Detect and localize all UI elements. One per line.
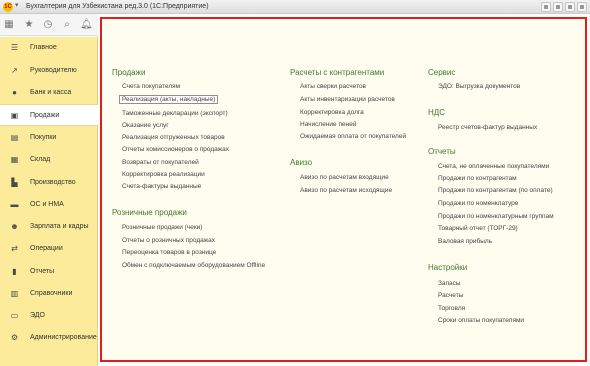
sidebar-item-assets[interactable]: ▬ ОС и НМА — [0, 194, 98, 216]
window-titlebar: 1С ▾ Бухгалтерия для Узбекистана ред.3.0… — [0, 0, 590, 14]
sidebar-item-edo[interactable]: ▭ ЭДО — [0, 305, 98, 327]
history-icon[interactable]: ◷ — [42, 19, 54, 31]
link-edo-export[interactable]: ЭДО: Выгрузка документов — [438, 83, 520, 90]
link-settings-stock[interactable]: Запасы — [438, 280, 461, 287]
sidebar-item-bank[interactable]: ● Банк и касса — [0, 82, 98, 104]
factory-icon: ▙ — [11, 178, 18, 187]
link-retail-receipts[interactable]: Розничные продажи (чеки) — [122, 224, 202, 231]
section-title-settings: Настройки — [428, 263, 468, 272]
link-sales-adjustment[interactable]: Корректировка реализации — [122, 171, 205, 178]
link-report-sales-by-counterparty[interactable]: Продажи по контрагентам — [438, 175, 517, 182]
window-close-button[interactable] — [577, 2, 587, 12]
edo-icon: ▭ — [10, 311, 19, 320]
link-report-gross-profit[interactable]: Валовая прибыль — [438, 238, 492, 245]
sidebar-item-label: ОС и НМА — [30, 201, 64, 208]
link-settings-settlements[interactable]: Расчеты — [438, 292, 463, 299]
section-title-aviso: Авизо — [290, 158, 313, 167]
truck-icon: ▬ — [10, 200, 19, 209]
sidebar-item-warehouse[interactable]: ▦ Склад — [0, 149, 98, 171]
sidebar-item-purchases[interactable]: ▤ Покупки — [0, 127, 98, 149]
link-inventory-acts[interactable]: Акты инвентаризации расчетов — [300, 96, 395, 103]
bar-chart-icon: ▮ — [12, 267, 17, 276]
sidebar-item-directories[interactable]: ▥ Справочники — [0, 283, 98, 305]
sidebar-item-main[interactable]: ☰ Главное — [0, 37, 98, 59]
bell-icon[interactable]: 🔔︎ — [80, 19, 93, 31]
1c-logo-icon[interactable]: 1С — [3, 2, 13, 12]
link-report-sales-by-item-group[interactable]: Продажи по номенклатурным группам — [438, 213, 554, 220]
chevron-down-icon[interactable]: ▾ — [15, 1, 19, 9]
sidebar-item-label: Банк и касса — [30, 89, 72, 96]
window-title: Бухгалтерия для Узбекистана ред.3.0 (1С:… — [26, 3, 209, 10]
sidebar-item-label: Операции — [30, 245, 63, 252]
sidebar-item-sales[interactable]: ▣ Продажи — [0, 104, 98, 126]
link-report-unpaid-invoices[interactable]: Счета, не оплаченные покупателями — [438, 163, 549, 170]
link-sales-acts-waybills[interactable]: Реализация (акты, накладные) — [119, 95, 219, 104]
section-title-reports: Отчеты — [428, 147, 456, 156]
sidebar-item-manager[interactable]: ↗ Руководителю — [0, 60, 98, 82]
star-icon[interactable]: ★ — [23, 19, 35, 31]
sales-section-panel: Продажи Счета покупателям Реализация (ак… — [100, 17, 587, 362]
section-title-retail: Розничные продажи — [112, 208, 187, 217]
section-title-sales: Продажи — [112, 68, 146, 77]
menu-lines-icon: ☰ — [10, 43, 19, 52]
link-offline-equipment[interactable]: Обмен с подключаемым оборудованием Offli… — [122, 262, 265, 269]
sidebar-item-reports[interactable]: ▮ Отчеты — [0, 261, 98, 283]
sidebar-item-label: Зарплата и кадры — [30, 223, 89, 230]
sidebar-item-label: Справочники — [30, 290, 73, 297]
coins-icon: ● — [12, 88, 17, 97]
link-settings-trade[interactable]: Торговля — [438, 305, 465, 312]
link-customer-invoices[interactable]: Счета покупателям — [122, 83, 180, 90]
shopping-bag-icon: ▣ — [10, 111, 19, 120]
sidebar-item-production[interactable]: ▙ Производство — [0, 172, 98, 194]
window-restore-button[interactable] — [553, 2, 563, 12]
link-retail-reports[interactable]: Отчеты о розничных продажах — [122, 237, 215, 244]
link-aviso-incoming[interactable]: Авизо по расчетам входящие — [300, 174, 389, 181]
cart-icon: ▤ — [10, 133, 19, 142]
link-settings-payment-terms[interactable]: Сроки оплаты покупателями — [438, 317, 524, 324]
link-penalties[interactable]: Начисление пеней — [300, 121, 356, 128]
link-expected-payments[interactable]: Ожидаемая оплата от покупателей — [300, 133, 406, 140]
sidebar-item-admin[interactable]: ⚙ Администрирование — [0, 327, 98, 349]
link-report-torg-29[interactable]: Товарный отчет (ТОРГ-29) — [438, 225, 518, 232]
link-services[interactable]: Оказание услуг — [122, 122, 169, 129]
sidebar-item-label: Отчеты — [30, 268, 55, 275]
window-print-button[interactable] — [565, 2, 575, 12]
warehouse-icon: ▦ — [10, 155, 19, 164]
sidebar-item-label: ЭДО — [30, 312, 45, 319]
sidebar-item-salary[interactable]: ☻ Зарплата и кадры — [0, 216, 98, 238]
link-commission-reports[interactable]: Отчеты комиссионеров о продажах — [122, 146, 229, 153]
link-retail-repricing[interactable]: Переоценка товаров в рознице — [122, 249, 216, 256]
top-toolbar: ▦ ★ ◷ ⌕ 🔔︎ — [0, 14, 98, 36]
link-customs-declarations[interactable]: Таможенные декларации (экспорт) — [122, 110, 228, 117]
people-icon: ☻ — [10, 222, 19, 231]
section-title-service: Сервис — [428, 68, 456, 77]
link-invoice-register[interactable]: Реестр счетов-фактур выданных — [438, 124, 537, 131]
sidebar-item-label: Продажи — [30, 112, 60, 119]
link-issued-invoices[interactable]: Счета-фактуры выданные — [122, 183, 201, 190]
search-icon[interactable]: ⌕ — [61, 19, 73, 31]
link-aviso-outgoing[interactable]: Авизо по расчетам исходящие — [300, 187, 392, 194]
window-menu-button[interactable] — [541, 2, 551, 12]
sidebar-item-label: Склад — [30, 156, 51, 163]
sidebar: ☰ Главное ↗ Руководителю ● Банк и касса … — [0, 37, 98, 366]
book-icon: ▥ — [10, 289, 19, 298]
link-report-sales-by-counterparty-payment[interactable]: Продажи по контрагентам (по оплате) — [438, 187, 553, 194]
sidebar-item-label: Производство — [30, 179, 76, 186]
operations-icon: ⇄ — [11, 244, 18, 253]
trend-chart-icon: ↗ — [11, 66, 18, 75]
sidebar-item-label: Главное — [30, 44, 57, 51]
section-title-settlements: Расчеты с контрагентами — [290, 68, 385, 77]
gear-icon: ⚙ — [10, 333, 19, 342]
link-shipped-goods-sales[interactable]: Реализация отгруженных товаров — [122, 134, 225, 141]
sidebar-item-label: Руководителю — [30, 67, 77, 74]
sidebar-item-operations[interactable]: ⇄ Операции — [0, 238, 98, 260]
sidebar-item-label: Администрирование — [30, 334, 97, 341]
section-title-vat: НДС — [428, 108, 445, 117]
sidebar-item-label: Покупки — [30, 134, 57, 141]
apps-icon[interactable]: ▦ — [3, 19, 15, 31]
link-debt-adjustment[interactable]: Корректировка долга — [300, 109, 364, 116]
link-reconciliation-acts[interactable]: Акты сверки расчетов — [300, 83, 366, 90]
link-report-sales-by-item[interactable]: Продажи по номенклатуре — [438, 200, 518, 207]
link-customer-returns[interactable]: Возвраты от покупателей — [122, 159, 199, 166]
